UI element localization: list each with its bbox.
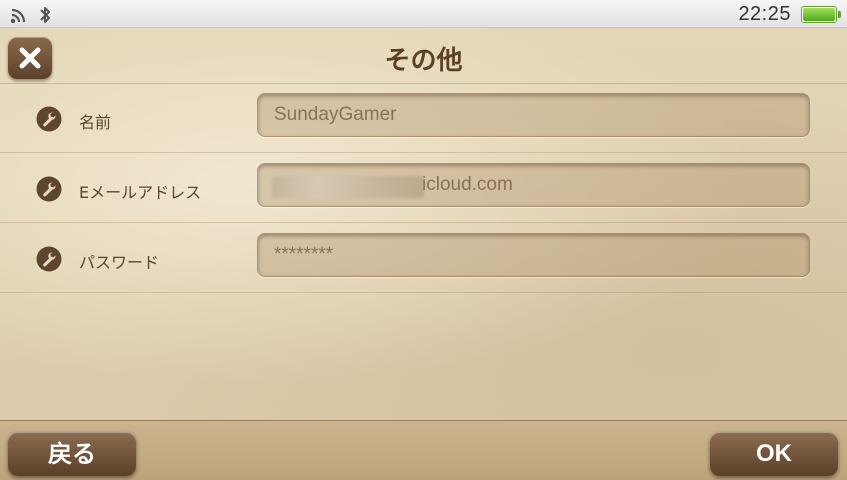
wifi-icon xyxy=(10,6,30,28)
clock: 22:25 xyxy=(738,3,791,25)
email-row: Eメールアドレス icloud.com xyxy=(0,154,847,223)
settings-screen: その他 名前 SundayGamer Eメールアドレス icloud.com パ… xyxy=(0,28,847,420)
name-value: SundayGamer xyxy=(274,104,397,125)
redacted-email-mask xyxy=(272,176,424,198)
email-field[interactable]: icloud.com xyxy=(257,163,810,207)
password-field[interactable]: ******** xyxy=(257,233,810,277)
wrench-icon xyxy=(36,246,62,272)
page-title: その他 xyxy=(384,46,463,76)
email-value: icloud.com xyxy=(422,174,513,195)
email-label: Eメールアドレス xyxy=(79,183,202,202)
battery-level xyxy=(803,8,836,21)
battery-icon xyxy=(801,6,841,23)
password-label: パスワード xyxy=(79,253,160,272)
status-icons xyxy=(10,5,52,29)
name-field[interactable]: SundayGamer xyxy=(257,93,810,137)
wrench-icon xyxy=(36,106,62,132)
bottom-bar: 戻る OK xyxy=(0,420,847,480)
name-row: 名前 SundayGamer xyxy=(0,84,847,153)
back-button[interactable]: 戻る xyxy=(8,432,136,476)
bluetooth-icon xyxy=(38,5,52,29)
name-label: 名前 xyxy=(79,113,112,132)
status-bar: 22:25 xyxy=(0,0,847,28)
password-value: ******** xyxy=(274,244,334,265)
wrench-icon xyxy=(36,176,62,202)
ok-button[interactable]: OK xyxy=(710,432,838,476)
title-bar: その他 xyxy=(0,28,847,84)
password-row: パスワード ******** xyxy=(0,224,847,293)
